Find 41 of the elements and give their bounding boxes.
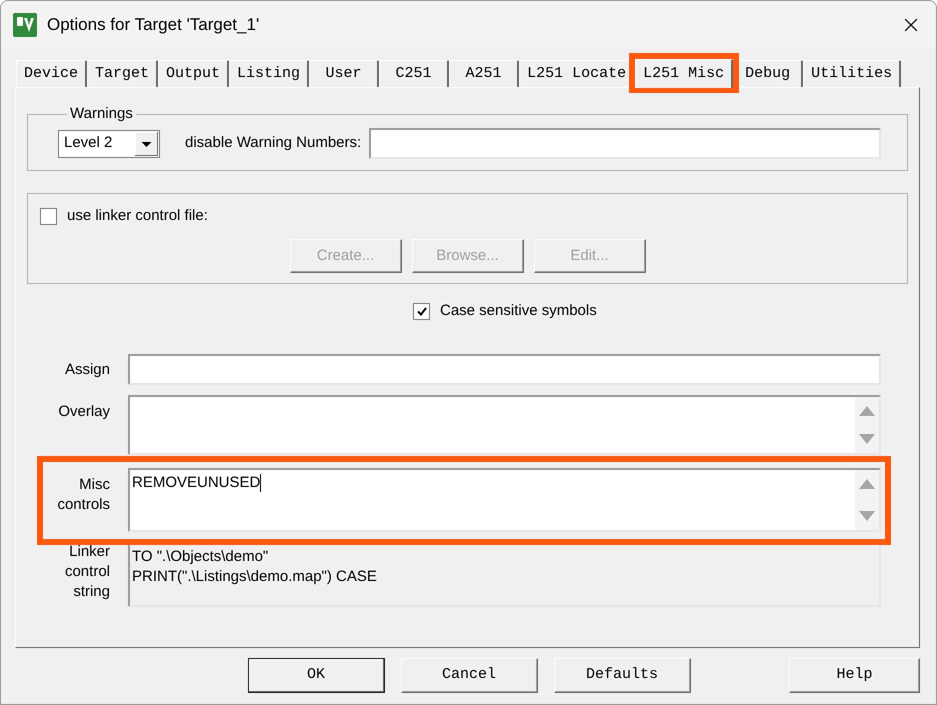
field-label: Misc controls: [56, 475, 110, 515]
dialog-button[interactable]: Defaults: [554, 658, 690, 693]
dialog-button[interactable]: Help: [789, 658, 920, 693]
scroll-up-arrow-icon[interactable]: [859, 479, 875, 489]
scroll-up-arrow-icon[interactable]: [859, 406, 875, 416]
tab[interactable]: Output: [158, 60, 230, 87]
check-icon: [416, 306, 426, 316]
tab[interactable]: C251: [379, 60, 450, 87]
scroll-down-arrow-icon[interactable]: [859, 511, 875, 521]
window-title: Options for Target 'Target_1': [47, 14, 260, 36]
scrollbar[interactable]: [855, 397, 879, 453]
text-area[interactable]: REMOVEUNUSED: [128, 468, 881, 532]
tab[interactable]: User: [309, 60, 380, 87]
field-value: REMOVEUNUSED: [132, 474, 260, 492]
field-text-line: TO ".\Objects\demo": [132, 547, 270, 567]
field-label: Linker control string: [64, 542, 110, 602]
scrollbar[interactable]: [855, 470, 879, 530]
text-area[interactable]: [128, 395, 881, 455]
tab[interactable]: A251: [449, 60, 520, 87]
tab[interactable]: Listing: [229, 60, 310, 87]
checkbox-label: use linker control file:: [67, 206, 208, 226]
checkbox-label: Case sensitive symbols: [440, 300, 597, 321]
field-label: disable Warning Numbers:: [185, 133, 362, 154]
tab[interactable]: Utilities: [803, 60, 902, 87]
scroll-down-arrow-icon[interactable]: [859, 434, 875, 444]
tab[interactable]: L251 Misc: [635, 59, 734, 88]
dropdown-arrow-icon[interactable]: [135, 132, 158, 156]
input-field[interactable]: [128, 354, 881, 385]
tab[interactable]: Target: [87, 60, 158, 87]
checkbox[interactable]: [40, 208, 57, 224]
dialog-button[interactable]: Cancel: [400, 658, 538, 693]
field-label: Overlay: [57, 402, 110, 422]
field-label: Assign: [64, 360, 110, 380]
field-text-line: PRINT(".\Listings\demo.map") CASE: [132, 567, 378, 587]
app-logo-icon: [13, 12, 37, 36]
input-field[interactable]: [369, 128, 881, 159]
dialog-button[interactable]: OK: [248, 658, 384, 693]
checkbox[interactable]: [413, 302, 430, 320]
tab[interactable]: Device: [16, 60, 88, 87]
group-title: Warnings: [69, 105, 134, 123]
level-dropdown[interactable]: Level 2: [58, 130, 160, 158]
